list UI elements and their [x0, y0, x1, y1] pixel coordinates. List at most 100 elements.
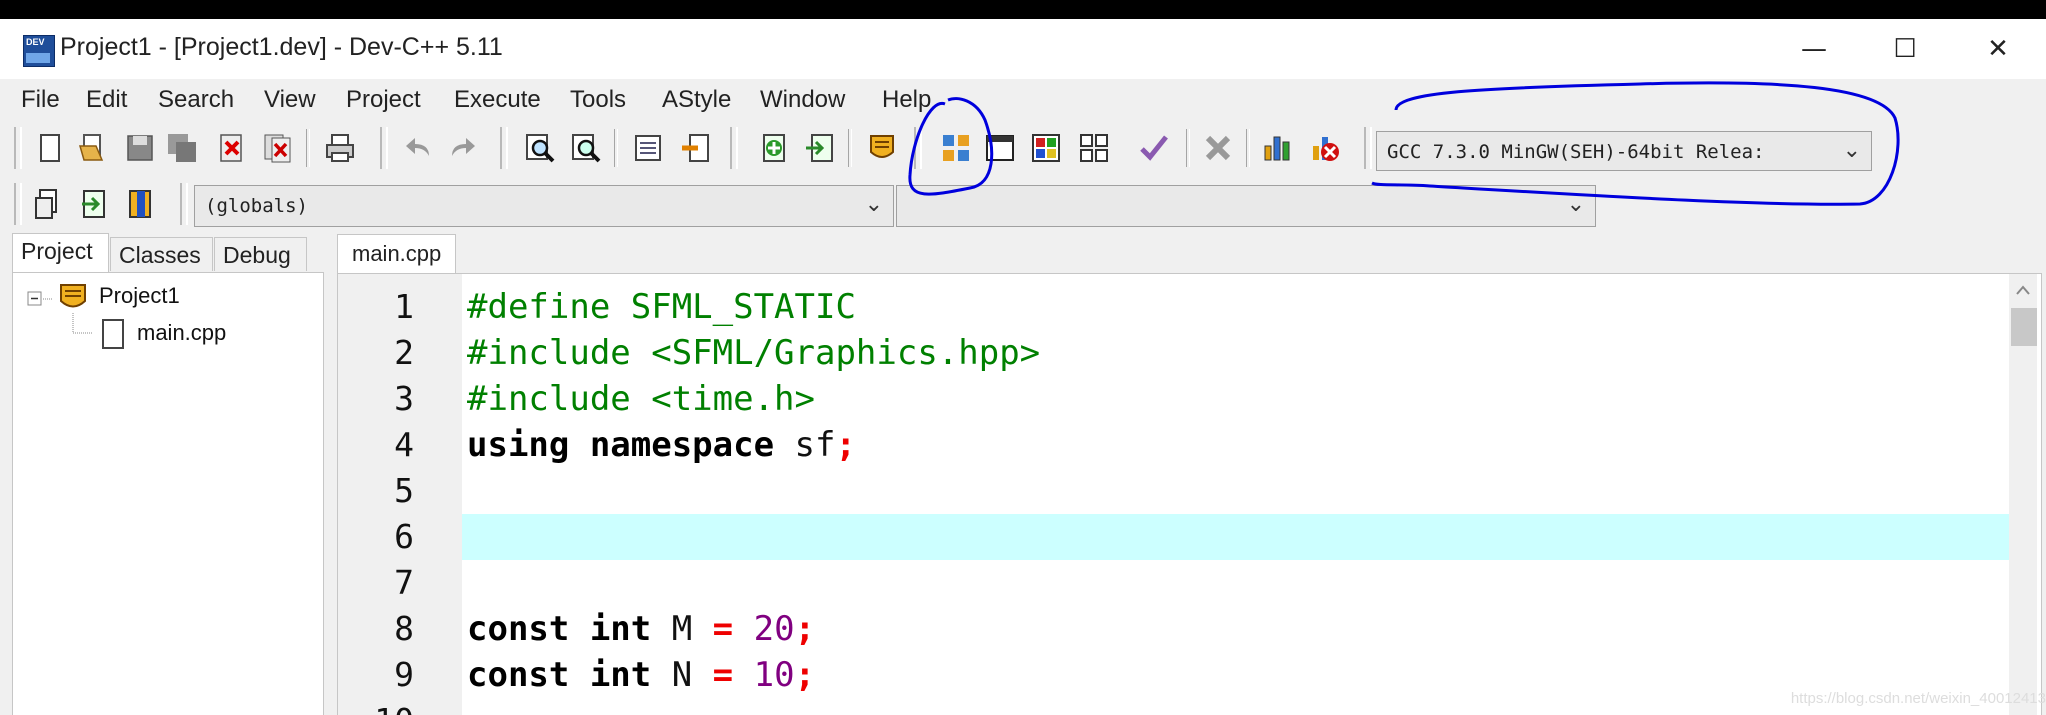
tab-debug[interactable]: Debug — [214, 237, 307, 271]
code-line: #define SFML_STATIC — [467, 287, 856, 327]
toolbar-grip[interactable] — [500, 127, 508, 169]
menu-search[interactable]: Search — [158, 86, 234, 114]
toolbar-grip[interactable] — [14, 127, 22, 169]
tree-item-main-cpp[interactable]: main.cpp — [137, 320, 226, 346]
title-bar: Project1 - [Project1.dev] - Dev-C++ 5.11… — [0, 19, 2046, 79]
toolbar-separator — [1186, 129, 1190, 167]
line-number: 6 — [394, 517, 414, 556]
menu-astyle[interactable]: AStyle — [662, 86, 731, 114]
line-number: 1 — [394, 287, 414, 326]
close-file-icon[interactable] — [216, 132, 248, 164]
scope-select[interactable]: (globals) ⌄ — [194, 185, 894, 227]
goto-function-icon[interactable] — [680, 132, 712, 164]
line-number: 4 — [394, 425, 414, 464]
current-line-highlight — [462, 514, 2012, 560]
toolbar-separator — [306, 129, 310, 167]
editor-tab-main-cpp[interactable]: main.cpp — [337, 234, 457, 274]
print-icon[interactable] — [324, 132, 356, 164]
code-editor[interactable]: 1 2 3 4 5 6 7 8 9 10 #define SFML_STATIC… — [337, 273, 2042, 715]
toggle-bookmark-icon[interactable] — [78, 188, 110, 220]
menu-help[interactable]: Help — [882, 86, 931, 114]
open-file-icon[interactable] — [76, 132, 108, 164]
save-icon[interactable] — [124, 132, 156, 164]
undo-icon[interactable] — [403, 132, 435, 164]
menu-project[interactable]: Project — [346, 86, 421, 114]
goto-line-icon[interactable] — [632, 132, 664, 164]
run-icon[interactable] — [984, 132, 1016, 164]
file-icon — [102, 319, 124, 349]
menu-execute[interactable]: Execute — [454, 86, 541, 114]
collapse-icon[interactable] — [27, 291, 43, 307]
toolbar-grip[interactable] — [180, 183, 188, 225]
compiler-select[interactable]: GCC 7.3.0 MinGW(SEH)-64bit Relea: ⌄ — [1376, 131, 1872, 171]
line-number: 7 — [394, 563, 414, 602]
menu-tools[interactable]: Tools — [570, 86, 626, 114]
compile-run-icon[interactable] — [1030, 132, 1062, 164]
add-to-project-icon[interactable] — [758, 132, 790, 164]
menu-window[interactable]: Window — [760, 86, 845, 114]
replace-icon[interactable] — [570, 132, 602, 164]
code-line: #include <SFML/Graphics.hpp> — [467, 333, 1041, 373]
line-number: 9 — [394, 655, 414, 694]
chevron-down-icon[interactable]: ⌄ — [1567, 192, 1585, 217]
menu-bar: File Edit Search View Project Execute To… — [0, 79, 2046, 119]
toolbar-grip[interactable] — [1364, 127, 1372, 169]
compiler-select-value: GCC 7.3.0 MinGW(SEH)-64bit Relea: — [1387, 141, 1765, 163]
minimize-button[interactable]: — — [1789, 27, 1839, 71]
toolbar-grip[interactable] — [730, 127, 738, 169]
chevron-down-icon[interactable]: ⌄ — [1843, 138, 1861, 163]
toolbar-grip[interactable] — [14, 183, 22, 225]
function-select[interactable]: ⌄ — [896, 185, 1596, 227]
find-icon[interactable] — [524, 132, 556, 164]
scroll-up-icon[interactable] — [2015, 284, 2031, 296]
toolbar-grip[interactable] — [380, 127, 388, 169]
toolbar-separator — [1246, 129, 1250, 167]
delete-profile-icon[interactable] — [1310, 132, 1342, 164]
dev-cpp-window: Project1 - [Project1.dev] - Dev-C++ 5.11… — [0, 19, 2046, 715]
close-all-icon[interactable] — [262, 132, 294, 164]
project-options-icon[interactable] — [866, 132, 898, 164]
rebuild-all-icon[interactable] — [1078, 132, 1110, 164]
menu-file[interactable]: File — [21, 86, 60, 114]
code-line: using namespace sf; — [467, 425, 856, 465]
new-file-icon[interactable] — [34, 132, 66, 164]
line-number: 8 — [394, 609, 414, 648]
code-line: const int N = 10; — [467, 655, 816, 695]
line-number: 2 — [394, 333, 414, 372]
tab-project[interactable]: Project — [12, 233, 109, 273]
save-all-icon[interactable] — [166, 132, 198, 164]
scrollbar-thumb[interactable] — [2011, 308, 2037, 346]
project-icon — [60, 284, 86, 308]
tab-classes[interactable]: Classes — [110, 237, 213, 271]
clean-icon[interactable] — [1202, 132, 1234, 164]
chevron-down-icon[interactable]: ⌄ — [865, 192, 883, 217]
maximize-button[interactable]: ☐ — [1880, 27, 1930, 71]
profile-icon[interactable] — [1262, 132, 1294, 164]
main-toolbar: GCC 7.3.0 MinGW(SEH)-64bit Relea: ⌄ — [0, 123, 2046, 177]
vertical-scrollbar[interactable] — [2009, 274, 2037, 715]
line-number: 5 — [394, 471, 414, 510]
menu-edit[interactable]: Edit — [86, 86, 127, 114]
line-number: 3 — [394, 379, 414, 418]
toolbar-separator — [614, 129, 618, 167]
remove-from-project-icon[interactable] — [804, 132, 836, 164]
project-tree-panel: Project1 main.cpp — [12, 272, 324, 715]
watermark: https://blog.csdn.net/weixin_40012413 — [1790, 690, 2046, 707]
menu-view[interactable]: View — [264, 86, 316, 114]
devcpp-app-icon — [23, 35, 55, 67]
redo-icon[interactable] — [446, 132, 478, 164]
line-number: 10 — [338, 698, 414, 715]
toolbar-grip[interactable] — [914, 127, 922, 169]
code-area[interactable]: #define SFML_STATIC #include <SFML/Graph… — [462, 274, 2012, 715]
compile-icon[interactable] — [940, 132, 972, 164]
close-button[interactable]: ✕ — [1973, 27, 2023, 71]
syntax-check-icon[interactable] — [1138, 132, 1170, 164]
toolbar-separator — [848, 129, 852, 167]
scope-select-value: (globals) — [205, 195, 308, 217]
tree-item-project[interactable]: Project1 — [99, 283, 180, 309]
goto-bookmark-icon[interactable] — [124, 188, 156, 220]
insert-icon[interactable] — [32, 188, 64, 220]
